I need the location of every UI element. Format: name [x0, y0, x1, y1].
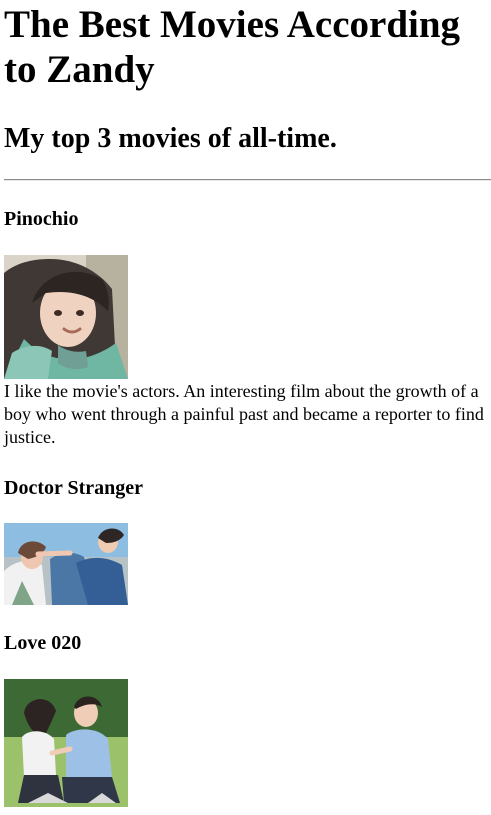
page-title: The Best Movies According to Zandy: [4, 3, 461, 91]
movie-title-pinochio: Pinochio: [4, 208, 79, 230]
divider: [4, 179, 491, 181]
page: The Best Movies According to Zandy My to…: [0, 0, 491, 815]
movie-review-pinochio: I like the movie's actors. An interestin…: [4, 381, 484, 447]
doctor-stranger-poster: [4, 523, 128, 605]
movie-title-doctor-stranger: Doctor Stranger: [4, 477, 144, 499]
movie-title-love-020: Love 020: [4, 632, 82, 654]
pinochio-poster: [4, 255, 128, 379]
love-020-poster: [4, 679, 128, 807]
page-subtitle: My top 3 movies of all-time.: [4, 123, 337, 154]
